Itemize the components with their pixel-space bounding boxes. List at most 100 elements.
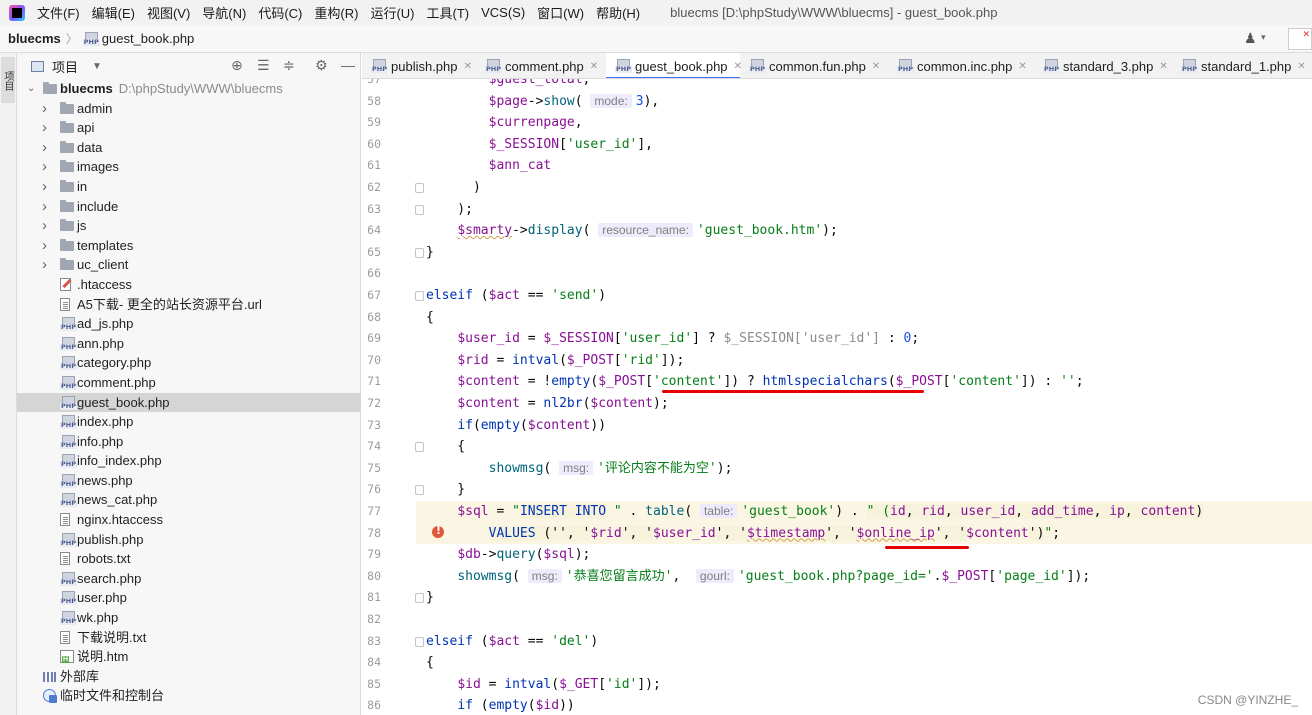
code-line[interactable]: 67 elseif ($act == 'send') [362,285,1312,307]
tree-item[interactable]: PHP info_index.php [17,451,361,471]
menu-refactor[interactable]: 重构(R) [314,3,358,22]
code-line[interactable]: 70 $rid = intval($_POST['rid']); [362,350,1312,372]
close-icon[interactable]: ✕ [872,61,880,72]
tree-item[interactable]: PHP news.php [17,471,361,491]
editor-tab[interactable]: PHP standard_3.php ✕ [1034,53,1172,78]
menu-vcs[interactable]: VCS(S) [481,5,525,20]
locate-icon[interactable]: ⊕ [231,57,243,74]
tree-item[interactable]: PHP search.php [17,569,361,589]
tree-item[interactable]: PHP publish.php [17,530,361,550]
close-icon[interactable]: ✕ [1159,61,1167,72]
code-line[interactable]: 63 ); [362,199,1312,221]
tree-item[interactable]: › images [17,157,361,177]
tree-item[interactable]: › js [17,216,361,236]
tree-item[interactable]: › uc_client [17,255,361,275]
tree-item[interactable]: › api [17,118,361,138]
code-line[interactable]: 58 $page->show( mode: 3), [362,91,1312,113]
code-line[interactable]: 62 ) [362,177,1312,199]
chevron-right-icon[interactable]: › [42,138,47,158]
tree-item[interactable]: PHP wk.php [17,608,361,628]
fold-marker-icon[interactable] [415,204,424,215]
chevron-right-icon[interactable]: › [42,236,47,256]
code-editor[interactable]: 57 $guest_total, 58 $page->show( mode: 3),… [362,79,1312,715]
code-line[interactable]: 77 $sql = "INSERT INTO " . table( table:… [362,501,1312,523]
code-line[interactable]: 82 [362,609,1312,631]
tree-item[interactable]: › in [17,177,361,197]
fold-marker-icon[interactable] [415,593,424,604]
phpstorm-logo-icon[interactable] [9,4,25,21]
code-line[interactable]: 80 showmsg( msg: '恭喜您留言成功', gourl:'guest_… [362,566,1312,588]
code-line[interactable]: 66 [362,263,1312,285]
menu-navigate[interactable]: 导航(N) [202,3,246,22]
fold-marker-icon[interactable] [415,636,424,647]
project-tool-button[interactable]: 项目 [1,57,15,103]
code-line[interactable]: 83 elseif ($act == 'del') [362,631,1312,653]
chevron-right-icon[interactable]: › [42,255,47,275]
tree-item[interactable]: › admin [17,99,361,119]
code-line[interactable]: 75 showmsg( msg: '评论内容不能为空'); [362,458,1312,480]
chevron-right-icon[interactable]: › [42,216,47,236]
menu-run[interactable]: 运行(U) [370,3,414,22]
code-line[interactable]: 69 $user_id = $_SESSION['user_id'] ? $_S… [362,328,1312,350]
editor-tab[interactable]: PHP common.fun.php ✕ [740,53,888,78]
expand-all-icon[interactable]: ☰ [257,57,270,74]
user-icon[interactable]: ♟ [1244,30,1257,47]
chevron-right-icon[interactable]: › [42,157,47,177]
editor-tab[interactable]: PHP standard_1.php ✕ [1172,53,1312,78]
code-line[interactable]: 76 } [362,479,1312,501]
chevron-right-icon[interactable]: › [42,197,47,217]
menu-edit[interactable]: 编辑(E) [92,3,135,22]
code-line[interactable]: 86 if (empty($id)) [362,695,1312,715]
tree-item[interactable]: › data [17,138,361,158]
chevron-right-icon[interactable]: › [42,99,47,119]
breadcrumb-file[interactable]: guest_book.php [102,31,195,46]
menu-view[interactable]: 视图(V) [147,3,190,22]
tree-item[interactable]: › include [17,197,361,217]
close-icon[interactable]: ✕ [464,61,472,72]
tree-item[interactable]: PHP info.php [17,432,361,452]
code-line[interactable]: 85 $id = intval($_GET['id']); [362,674,1312,696]
close-icon[interactable]: ✕ [1018,61,1026,72]
tree-item[interactable]: PHP news_cat.php [17,490,361,510]
tree-item[interactable]: 临时文件和控制台 [17,686,361,706]
code-line[interactable]: 79 $db->query($sql); [362,544,1312,566]
code-line[interactable]: 64 $smarty->display( resource_name:'gues… [362,220,1312,242]
close-icon[interactable]: ✕ [590,61,598,72]
fold-marker-icon[interactable] [415,291,424,301]
chevron-down-icon[interactable]: ⌄ [27,79,35,99]
gear-icon[interactable]: ⚙ [315,57,328,74]
chevron-down-icon[interactable]: ▼ [92,61,102,72]
tree-item[interactable]: ⌄ bluecms D:\phpStudy\WWW\bluecms [17,79,361,99]
tree-item[interactable]: 下载说明.txt [17,628,361,648]
tree-item[interactable]: PHP ann.php [17,334,361,354]
code-line[interactable]: 59 $currenpage, [362,112,1312,134]
tree-item[interactable]: robots.txt [17,549,361,569]
chevron-down-icon[interactable]: ▾ [1261,32,1266,43]
tree-item[interactable]: A5下载- 更全的站长资源平台.url [17,295,361,315]
code-line[interactable]: 73 if(empty($content)) [362,415,1312,437]
collapse-all-icon[interactable]: ≑ [283,57,295,74]
tree-item[interactable]: PHP user.php [17,588,361,608]
menu-help[interactable]: 帮助(H) [596,3,640,22]
code-line[interactable]: 60 $_SESSION['user_id'], [362,134,1312,156]
panel-title[interactable]: 项目 [52,57,78,76]
menu-tools[interactable]: 工具(T) [426,3,469,22]
tree-item[interactable]: 外部库 [17,667,361,687]
code-line[interactable]: 72 $content = nl2br($content); [362,393,1312,415]
chevron-right-icon[interactable]: › [42,177,47,197]
code-line[interactable]: 74 { [362,436,1312,458]
editor-tab[interactable]: PHP guest_book.php ✕ [606,53,742,78]
fold-marker-icon[interactable] [415,485,424,496]
code-line[interactable]: 57 $guest_total, [362,79,1312,91]
menu-code[interactable]: 代码(C) [258,3,302,22]
tree-item[interactable]: 说明.htm [17,647,361,667]
chevron-right-icon[interactable]: › [42,118,47,138]
hide-panel-icon[interactable]: — [341,57,355,73]
code-line[interactable]: 61 $ann_cat [362,155,1312,177]
editor-tab[interactable]: PHP comment.php ✕ [476,53,606,78]
vcs-icon[interactable] [1288,27,1312,50]
code-line[interactable]: 84 { [362,652,1312,674]
menu-file[interactable]: 文件(F) [37,3,80,22]
fold-marker-icon[interactable] [415,183,424,193]
tree-item[interactable]: PHP category.php [17,353,361,373]
